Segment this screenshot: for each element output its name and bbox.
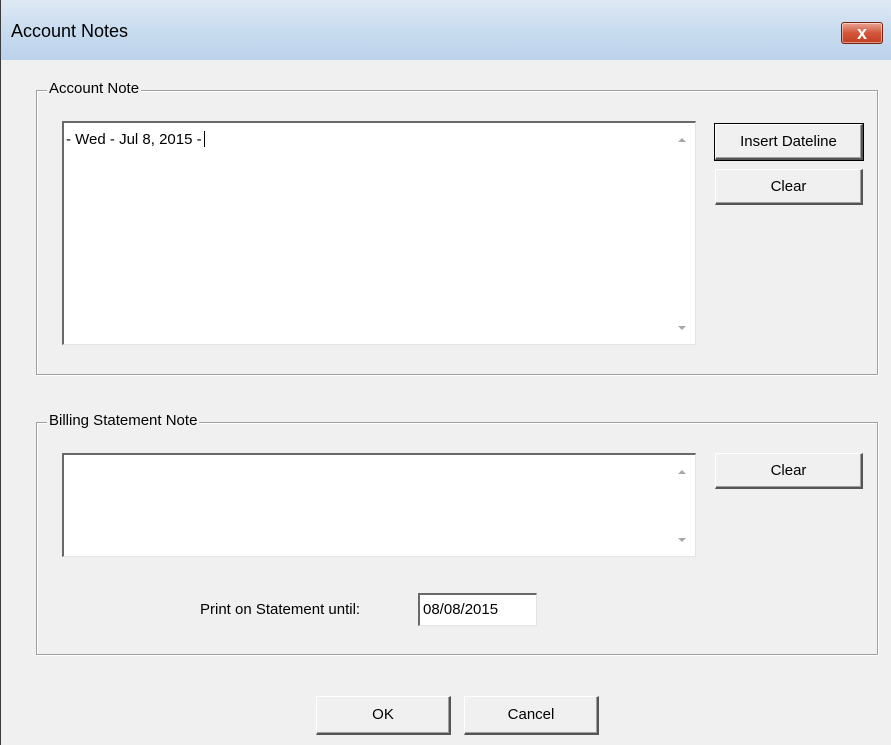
billing-note-clear-button[interactable]: Clear (715, 453, 863, 489)
scroll-down-arrow-icon[interactable] (678, 538, 686, 542)
close-button[interactable]: x (841, 22, 883, 44)
billing-note-legend: Billing Statement Note (47, 412, 200, 429)
insert-dateline-button[interactable]: Insert Dateline (714, 123, 864, 161)
account-notes-dialog: Account Notes x Account Note - Wed - Jul… (0, 0, 891, 745)
close-icon: x (856, 23, 867, 43)
billing-note-group: Billing Statement Note Clear Print on St… (36, 412, 878, 655)
print-until-date-field[interactable]: 08/08/2015 (418, 593, 537, 626)
title-bar[interactable]: Account Notes x (1, 0, 891, 60)
window-title: Account Notes (11, 21, 129, 41)
account-note-group: Account Note - Wed - Jul 8, 2015 - Inser… (36, 80, 878, 375)
account-note-clear-button[interactable]: Clear (715, 169, 863, 205)
text-caret (203, 131, 205, 147)
scroll-down-arrow-icon[interactable] (678, 326, 686, 330)
scroll-up-arrow-icon[interactable] (678, 138, 686, 142)
scroll-up-arrow-icon[interactable] (678, 470, 686, 474)
account-note-text: - Wed - Jul 8, 2015 - (66, 131, 205, 148)
billing-note-textarea[interactable] (62, 453, 696, 557)
account-note-textarea[interactable]: - Wed - Jul 8, 2015 - (62, 121, 696, 345)
dialog-body: Account Note - Wed - Jul 8, 2015 - Inser… (1, 60, 891, 745)
ok-button[interactable]: OK (316, 696, 451, 735)
print-until-label: Print on Statement until: (200, 601, 361, 618)
cancel-button[interactable]: Cancel (464, 696, 599, 735)
account-note-legend: Account Note (47, 80, 142, 97)
